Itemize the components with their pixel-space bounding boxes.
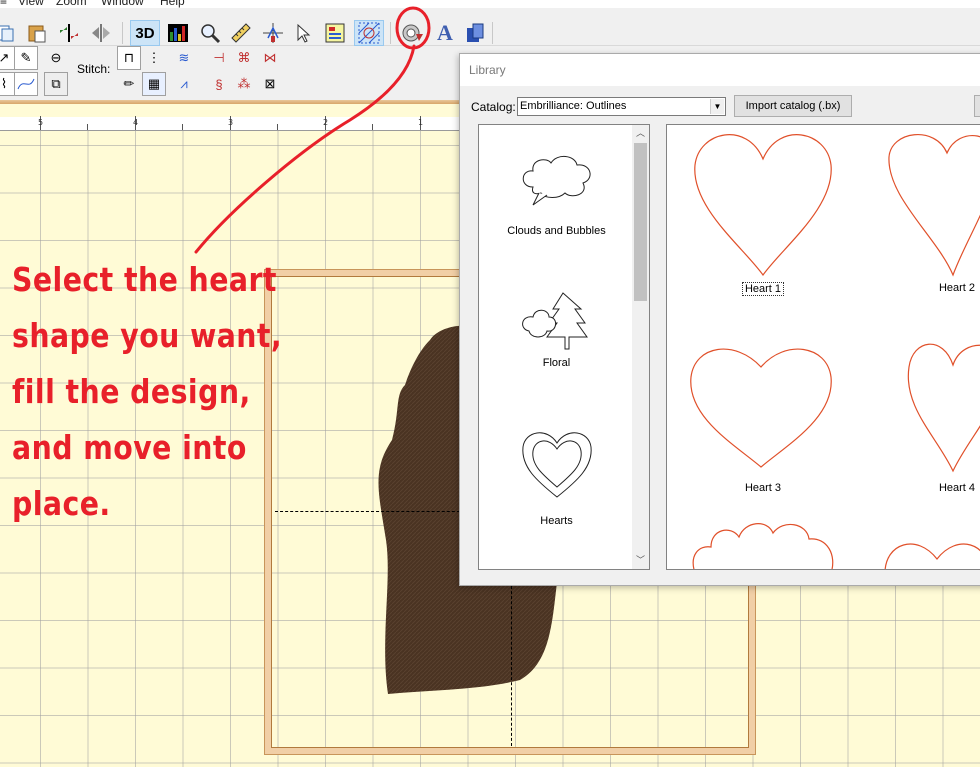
- import-catalog-button[interactable]: Import catalog (.bx): [734, 95, 852, 117]
- chevron-down-icon[interactable]: ▼: [710, 99, 724, 114]
- annotation-line: shape you want,: [12, 316, 283, 355]
- annotation-line: fill the design,: [12, 372, 251, 411]
- annotation-line: place.: [12, 484, 111, 523]
- heart-outline-icon: [888, 133, 980, 277]
- floral-icon: [521, 292, 588, 350]
- scrollbar-thumb[interactable]: [634, 143, 647, 301]
- library-window: Library Catalog: Embrilliance: Outlines …: [459, 53, 980, 586]
- heart-outline-icon: [907, 343, 980, 473]
- shape-label: Heart 3: [744, 482, 782, 494]
- cloud-outline-icon: [692, 523, 834, 569]
- shape-label: Heart 4: [938, 482, 976, 494]
- instruction-annotation: Select the heart shape you want, fill th…: [12, 252, 312, 532]
- catalog-value: Embrilliance: Outlines: [520, 100, 627, 112]
- shape-heart-4[interactable]: Heart 4: [867, 337, 980, 494]
- chevron-up-icon[interactable]: ︿: [632, 125, 649, 142]
- category-label: Hearts: [540, 515, 573, 527]
- category-scrollbar[interactable]: ︿ ﹀: [632, 125, 649, 569]
- category-floral[interactable]: Floral: [479, 291, 634, 369]
- category-label: Clouds and Bubbles: [507, 225, 606, 237]
- category-list[interactable]: Clouds and Bubbles Floral Hearts ︿ ﹀: [478, 124, 650, 570]
- shape-label: Heart 2: [938, 282, 976, 294]
- catalog-label: Catalog:: [471, 100, 516, 114]
- heart-outline-icon: [694, 134, 832, 277]
- alignment-guide: [511, 586, 512, 746]
- category-label: Floral: [542, 357, 571, 369]
- catalog-select[interactable]: Embrilliance: Outlines ▼: [517, 97, 726, 116]
- hearts-icon: [521, 432, 592, 498]
- annotation-line: and move into: [12, 428, 247, 467]
- heart-outline-icon: [884, 543, 980, 569]
- category-clouds-and-bubbles[interactable]: Clouds and Bubbles: [479, 149, 634, 237]
- shape-label: Heart 1: [741, 282, 785, 296]
- category-hearts[interactable]: Hearts: [479, 425, 634, 527]
- shape-heart-3[interactable]: Heart 3: [673, 337, 853, 494]
- shape-heart-1[interactable]: Heart 1: [673, 127, 853, 296]
- chevron-down-icon[interactable]: ﹀: [632, 552, 649, 569]
- cloud-bubble-icon: [522, 156, 591, 206]
- heart-outline-icon: [690, 348, 832, 468]
- shape-heart-2[interactable]: Heart 2: [867, 127, 980, 294]
- library-extra-button[interactable]: [974, 95, 980, 117]
- annotation-line: Select the heart: [12, 260, 277, 299]
- library-title: Library: [469, 63, 506, 77]
- shape-list[interactable]: Heart 1 Heart 2 Heart 3 Heart 4: [666, 124, 980, 570]
- library-titlebar[interactable]: [460, 54, 980, 86]
